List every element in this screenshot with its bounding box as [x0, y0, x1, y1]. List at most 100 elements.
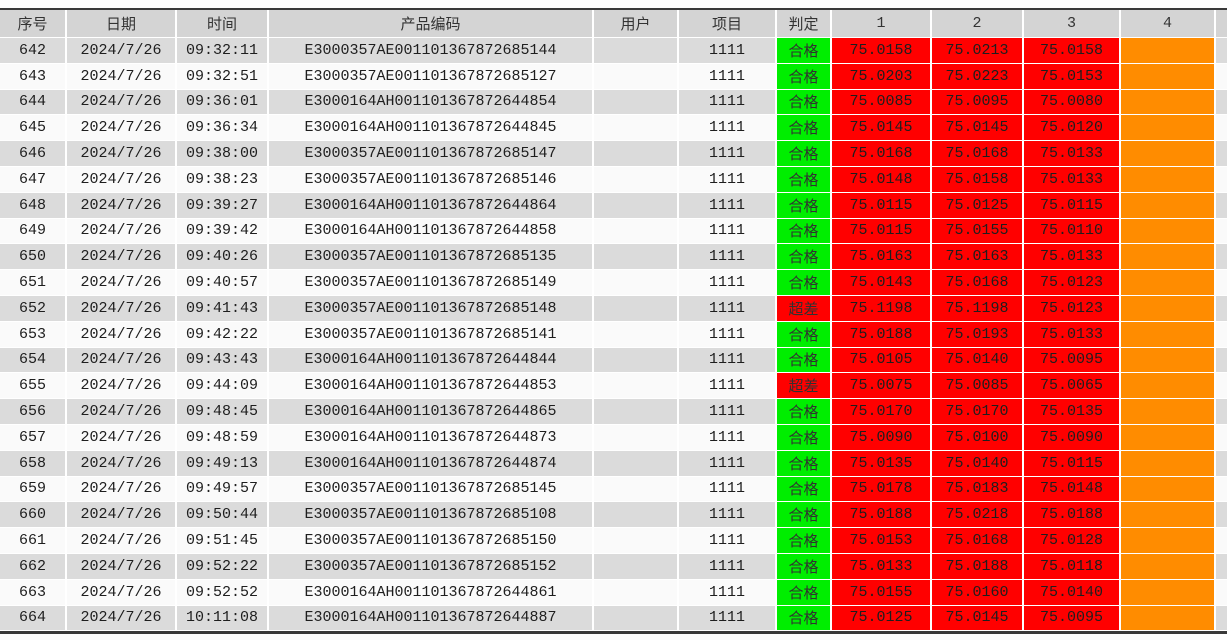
cell-date: 2024/7/26 [67, 502, 175, 528]
cell-project: 1111 [679, 399, 775, 424]
header-m1: 1 [832, 10, 930, 37]
cell-project: 1111 [679, 89, 775, 115]
table-row[interactable]: 646 2024/7/26 09:38:00 E3000357AE0011013… [0, 141, 1227, 166]
table-row[interactable]: 645 2024/7/26 09:36:34 E3000164AH0011013… [0, 115, 1227, 141]
cell-time: 09:44:09 [177, 373, 267, 399]
cell-user [594, 373, 677, 399]
cell-m3: 75.0133 [1024, 321, 1119, 347]
cell-user [594, 579, 677, 605]
cell-time: 09:48:45 [177, 399, 267, 424]
table-row[interactable]: 661 2024/7/26 09:51:45 E3000357AE0011013… [0, 528, 1227, 553]
table-row[interactable]: 642 2024/7/26 09:32:11 E3000357AE0011013… [0, 38, 1227, 63]
cell-m4 [1121, 192, 1214, 218]
cell-product-code: E3000164AH001101367872644858 [269, 218, 592, 244]
cell-m1: 75.0188 [832, 502, 930, 528]
cell-date: 2024/7/26 [67, 295, 175, 321]
cell-m2: 75.0100 [932, 424, 1022, 450]
cell-overflow [1216, 166, 1227, 192]
cell-user [594, 502, 677, 528]
cell-m4 [1121, 399, 1214, 424]
cell-time: 09:40:57 [177, 270, 267, 295]
cell-seq: 645 [0, 115, 65, 141]
table-row[interactable]: 643 2024/7/26 09:32:51 E3000357AE0011013… [0, 63, 1227, 89]
cell-seq: 643 [0, 63, 65, 89]
table-row[interactable]: 657 2024/7/26 09:48:59 E3000164AH0011013… [0, 424, 1227, 450]
cell-date: 2024/7/26 [67, 141, 175, 166]
cell-seq: 664 [0, 605, 65, 631]
cell-m2: 75.0168 [932, 141, 1022, 166]
header-judgement: 判定 [777, 10, 830, 37]
cell-date: 2024/7/26 [67, 605, 175, 631]
cell-m2: 75.0145 [932, 605, 1022, 631]
cell-seq: 663 [0, 579, 65, 605]
table-row[interactable]: 656 2024/7/26 09:48:45 E3000164AH0011013… [0, 399, 1227, 424]
cell-m3: 75.0133 [1024, 244, 1119, 270]
table-row[interactable]: 648 2024/7/26 09:39:27 E3000164AH0011013… [0, 192, 1227, 218]
cell-user [594, 218, 677, 244]
cell-product-code: E3000164AH001101367872644865 [269, 399, 592, 424]
cell-overflow [1216, 553, 1227, 579]
cell-date: 2024/7/26 [67, 476, 175, 502]
cell-date: 2024/7/26 [67, 218, 175, 244]
cell-user [594, 450, 677, 476]
cell-m4 [1121, 450, 1214, 476]
header-m3: 3 [1024, 10, 1119, 37]
cell-m3: 75.0133 [1024, 141, 1119, 166]
table-row[interactable]: 659 2024/7/26 09:49:57 E3000357AE0011013… [0, 476, 1227, 502]
cell-judgement: 合格 [777, 218, 830, 244]
cell-m1: 75.0143 [832, 270, 930, 295]
cell-user [594, 321, 677, 347]
table-row[interactable]: 658 2024/7/26 09:49:13 E3000164AH0011013… [0, 450, 1227, 476]
cell-m4 [1121, 502, 1214, 528]
cell-time: 09:42:22 [177, 321, 267, 347]
cell-product-code: E3000357AE001101367872685149 [269, 270, 592, 295]
cell-judgement: 合格 [777, 63, 830, 89]
cell-m2: 75.0168 [932, 270, 1022, 295]
cell-time: 09:32:11 [177, 38, 267, 63]
cell-product-code: E3000164AH001101367872644853 [269, 373, 592, 399]
table-row[interactable]: 647 2024/7/26 09:38:23 E3000357AE0011013… [0, 166, 1227, 192]
cell-user [594, 295, 677, 321]
table-row[interactable]: 650 2024/7/26 09:40:26 E3000357AE0011013… [0, 244, 1227, 270]
cell-judgement: 超差 [777, 373, 830, 399]
table-row[interactable]: 644 2024/7/26 09:36:01 E3000164AH0011013… [0, 89, 1227, 115]
table-row[interactable]: 655 2024/7/26 09:44:09 E3000164AH0011013… [0, 373, 1227, 399]
cell-m2: 75.0188 [932, 553, 1022, 579]
table-row[interactable]: 663 2024/7/26 09:52:52 E3000164AH0011013… [0, 579, 1227, 605]
header-time: 时间 [177, 10, 267, 37]
cell-m3: 75.0115 [1024, 192, 1119, 218]
table-row[interactable]: 664 2024/7/26 10:11:08 E3000164AH0011013… [0, 605, 1227, 631]
table-row[interactable]: 649 2024/7/26 09:39:42 E3000164AH0011013… [0, 218, 1227, 244]
cell-m3: 75.0140 [1024, 579, 1119, 605]
cell-date: 2024/7/26 [67, 373, 175, 399]
cell-user [594, 528, 677, 553]
table-row[interactable]: 662 2024/7/26 09:52:22 E3000357AE0011013… [0, 553, 1227, 579]
cell-m3: 75.0128 [1024, 528, 1119, 553]
cell-seq: 655 [0, 373, 65, 399]
cell-product-code: E3000164AH001101367872644864 [269, 192, 592, 218]
cell-m4 [1121, 115, 1214, 141]
cell-judgement: 合格 [777, 579, 830, 605]
cell-user [594, 476, 677, 502]
cell-product-code: E3000357AE001101367872685150 [269, 528, 592, 553]
cell-time: 09:51:45 [177, 528, 267, 553]
cell-user [594, 141, 677, 166]
cell-date: 2024/7/26 [67, 115, 175, 141]
cell-time: 09:36:01 [177, 89, 267, 115]
cell-date: 2024/7/26 [67, 579, 175, 605]
cell-m4 [1121, 605, 1214, 631]
cell-time: 09:38:23 [177, 166, 267, 192]
table-row[interactable]: 654 2024/7/26 09:43:43 E3000164AH0011013… [0, 347, 1227, 373]
table-row[interactable]: 653 2024/7/26 09:42:22 E3000357AE0011013… [0, 321, 1227, 347]
cell-project: 1111 [679, 476, 775, 502]
cell-overflow [1216, 347, 1227, 373]
cell-m3: 75.0135 [1024, 399, 1119, 424]
header-date: 日期 [67, 10, 175, 37]
table-row[interactable]: 651 2024/7/26 09:40:57 E3000357AE0011013… [0, 270, 1227, 295]
cell-product-code: E3000357AE001101367872685141 [269, 321, 592, 347]
cell-product-code: E3000357AE001101367872685144 [269, 38, 592, 63]
table-row[interactable]: 660 2024/7/26 09:50:44 E3000357AE0011013… [0, 502, 1227, 528]
table-row[interactable]: 652 2024/7/26 09:41:43 E3000357AE0011013… [0, 295, 1227, 321]
cell-m1: 75.0115 [832, 218, 930, 244]
cell-product-code: E3000357AE001101367872685145 [269, 476, 592, 502]
